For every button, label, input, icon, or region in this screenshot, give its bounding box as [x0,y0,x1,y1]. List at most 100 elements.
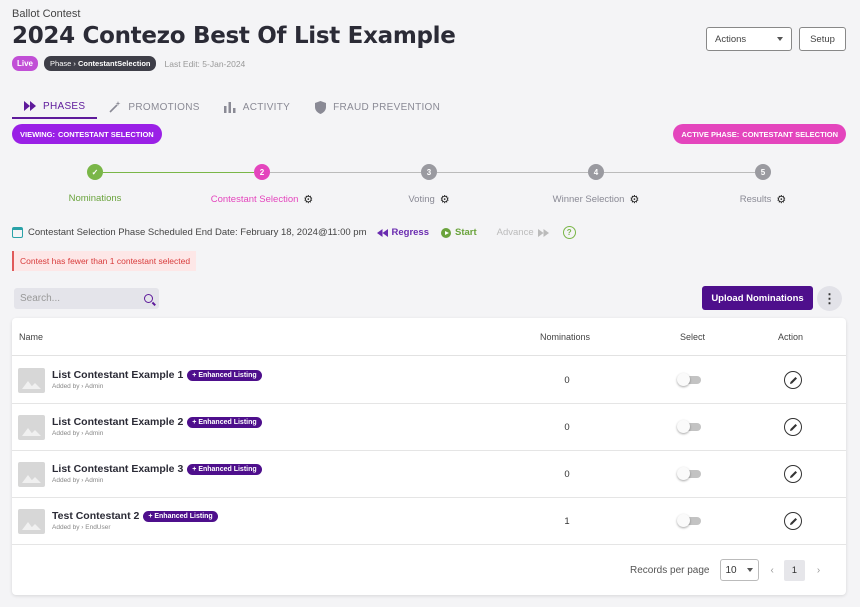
contestant-name[interactable]: List Contestant Example 2 [52,416,183,428]
active-phase-value: CONTESTANT SELECTION [742,129,838,139]
tab-label: FRAUD PREVENTION [333,101,441,113]
select-toggle[interactable] [677,420,701,433]
page-title: 2024 Contezo Best Of List Example [12,23,456,49]
select-toggle[interactable] [677,467,701,480]
shield-icon [314,100,326,114]
tab-fraud-prevention[interactable]: FRAUD PREVENTION [302,95,452,119]
select-toggle[interactable] [677,373,701,386]
step-results[interactable]: 5 Results ⚙ [693,164,833,206]
start-button[interactable]: Start [441,227,477,238]
help-icon[interactable]: ? [562,226,576,239]
nominations-count: 0 [564,422,570,433]
image-placeholder-icon [18,415,45,440]
added-by-text: Added by › Admin [52,383,104,390]
play-icon [441,227,451,238]
step-label: Voting [408,194,435,205]
step-contestant-selection[interactable]: 2 Contestant Selection ⚙ [192,164,332,206]
per-page-value: 10 [725,564,737,576]
actions-dropdown[interactable]: Actions [706,27,792,51]
table-row: List Contestant Example 2 + Enhanced List… [12,404,846,451]
setup-button[interactable]: Setup [799,27,846,51]
start-label: Start [455,227,477,238]
step-nominations[interactable]: ✓ Nominations [25,164,165,204]
image-placeholder-icon [18,509,45,534]
next-page-icon[interactable]: › [817,565,820,576]
table-row: List Contestant Example 1 + Enhanced List… [12,357,846,404]
phase-controls: Contestant Selection Phase Scheduled End… [12,226,576,239]
tab-label: PROMOTIONS [128,101,200,113]
image-placeholder-icon [18,462,45,487]
select-toggle[interactable] [677,514,701,527]
step-number: 2 [254,164,270,180]
edit-icon[interactable] [784,418,802,436]
chevron-down-icon [746,568,753,572]
edit-icon[interactable] [784,512,802,530]
search-box[interactable] [14,288,159,309]
table-row: List Contestant Example 3 + Enhanced List… [12,451,846,498]
calendar-icon [12,227,23,238]
edit-icon[interactable] [784,465,802,483]
records-per-page-select[interactable]: 10 [719,559,759,581]
tab-phases[interactable]: PHASES [12,95,98,119]
gear-icon[interactable]: ⚙ [303,193,313,206]
nominations-count: 0 [564,469,570,480]
step-number: 5 [755,164,771,180]
column-header-action: Action [778,332,804,342]
upload-nominations-button[interactable]: Upload Nominations [702,286,813,310]
column-header-nominations[interactable]: Nominations [540,332,590,342]
nominations-count: 1 [564,516,570,527]
column-header-name[interactable]: Name [19,332,43,342]
bar-chart-icon [223,101,236,113]
viewing-prefix: VIEWING: [20,129,55,139]
pagination: Records per page 10 ‹ 1 › [630,559,820,581]
table-row: Test Contestant 2 + Enhanced Listing Adde… [12,498,846,545]
gear-icon[interactable]: ⚙ [629,193,639,206]
search-icon[interactable] [144,294,153,303]
enhanced-listing-badge: + Enhanced Listing [187,416,262,428]
step-number: 4 [588,164,604,180]
contestant-name[interactable]: List Contestant Example 1 [52,369,183,381]
end-date-text: Contestant Selection Phase Scheduled End… [28,227,367,238]
enhanced-listing-badge: + Enhanced Listing [187,463,262,475]
gear-icon[interactable]: ⚙ [776,193,786,206]
chevron-down-icon [777,37,783,41]
advance-button[interactable]: Advance [497,227,549,238]
active-phase-prefix: ACTIVE PHASE: [681,129,740,139]
added-by-text: Added by › EndUser [52,524,111,531]
gear-icon[interactable]: ⚙ [440,193,450,206]
table-header: Name Nominations Select Action [12,318,846,356]
fast-forward-icon [537,228,549,237]
tab-promotions[interactable]: PROMOTIONS [97,95,211,119]
status-badge: Live [12,56,39,71]
status-badges: Live Phase › ContestantSelection Last Ed… [12,56,245,71]
step-voting[interactable]: 3 Voting ⚙ [359,164,499,206]
advance-label: Advance [496,227,534,238]
last-edit-text: Last Edit: 5-Jan-2024 [164,58,246,69]
added-by-text: Added by › Admin [52,430,104,437]
phase-badge-value: ContestantSelection [77,59,151,68]
search-input[interactable] [20,293,135,304]
check-icon: ✓ [87,164,103,180]
edit-icon[interactable] [784,371,802,389]
regress-button[interactable]: Regress [376,227,430,238]
prev-page-icon[interactable]: ‹ [771,565,774,576]
phase-badge: Phase › ContestantSelection [44,56,157,71]
page-number[interactable]: 1 [783,559,805,581]
step-label: Contestant Selection [210,194,299,205]
warning-alert: Contest has fewer than 1 contestant sele… [12,251,197,271]
phase-badge-prefix: Phase [50,59,72,68]
contestant-name[interactable]: Test Contestant 2 [52,510,139,522]
magic-wand-icon [109,101,121,113]
tab-bar: PHASES PROMOTIONS ACTIVITY FRAUD PREVENT… [12,95,452,119]
tab-activity[interactable]: ACTIVITY [212,95,302,119]
actions-label: Actions [715,33,747,45]
viewing-phase-pill: VIEWING: CONTESTANT SELECTION [12,124,162,144]
more-options-icon[interactable]: ⋮ [817,286,842,311]
fast-forward-icon [24,100,36,112]
contestant-name[interactable]: List Contestant Example 3 [52,463,183,475]
regress-label: Regress [391,227,430,238]
tab-label: ACTIVITY [242,101,291,113]
step-winner-selection[interactable]: 4 Winner Selection ⚙ [526,164,666,206]
step-label: Results [739,194,772,205]
breadcrumb[interactable]: Ballot Contest [12,8,80,20]
